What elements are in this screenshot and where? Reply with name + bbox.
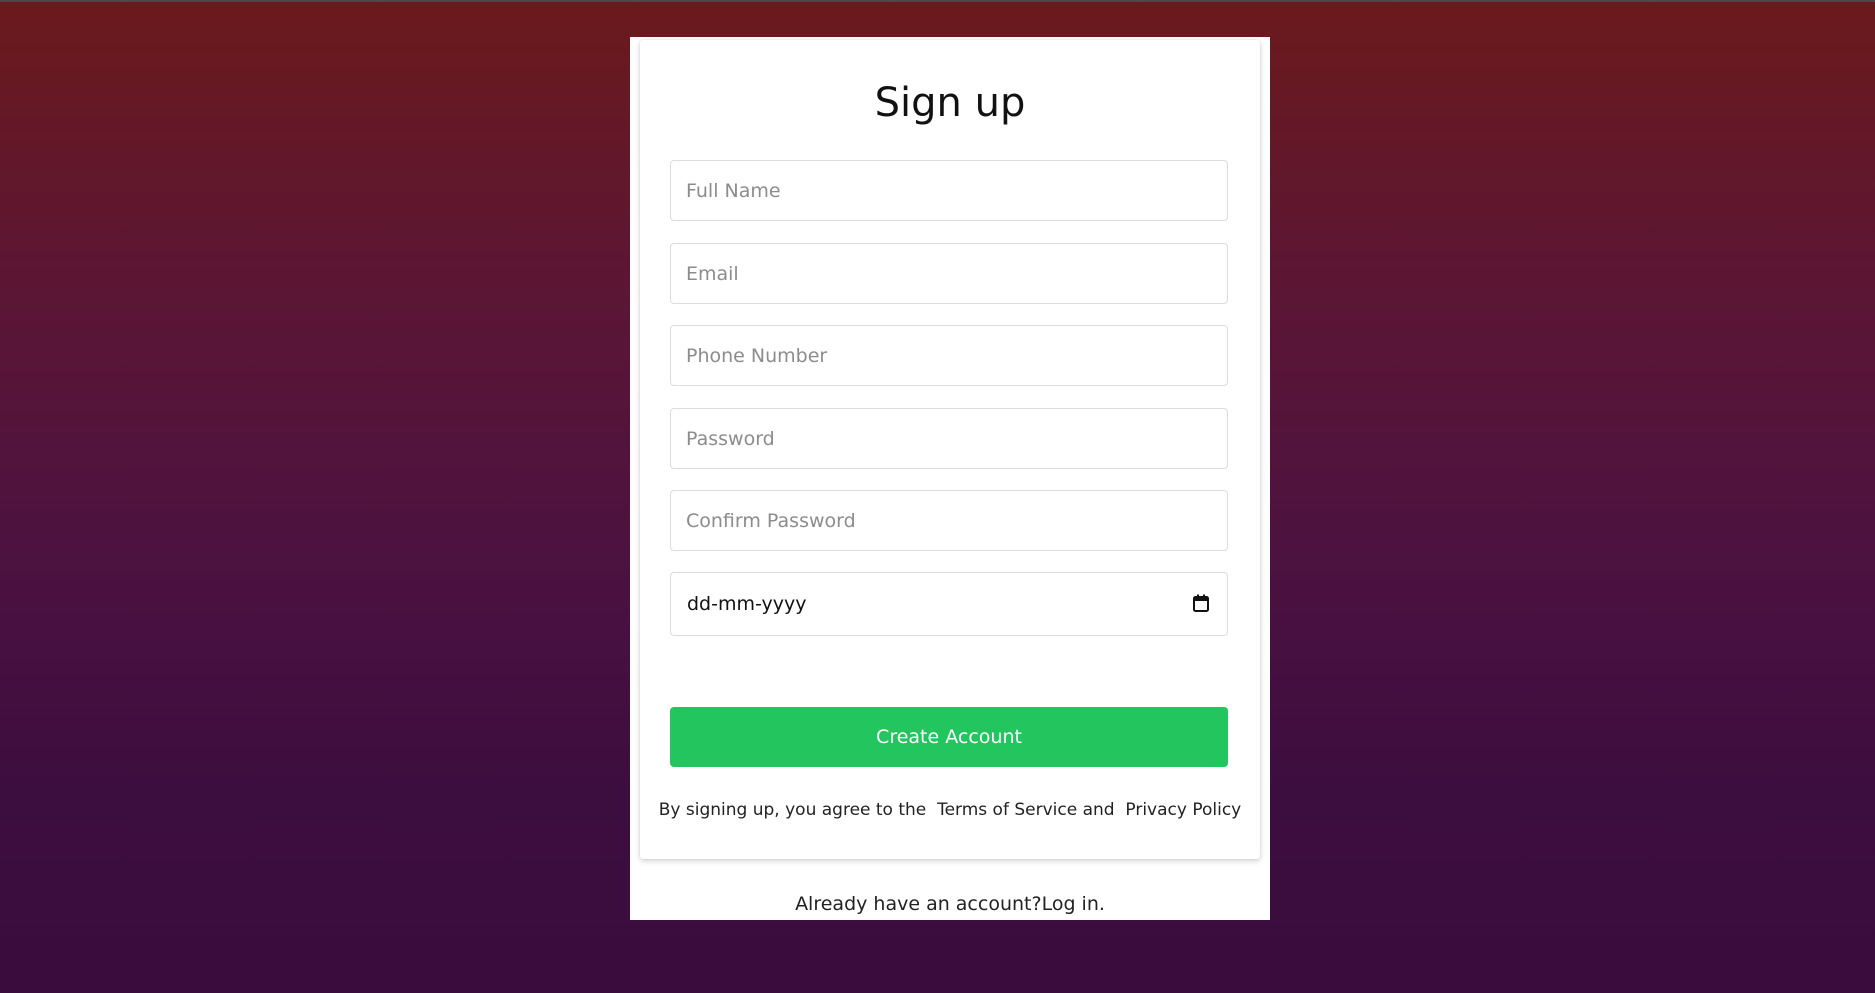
terms-conjunction: and [1082,800,1115,820]
confirm-password-input[interactable] [670,490,1228,551]
page-title: Sign up [874,80,1026,126]
window-top-border [0,0,1875,2]
full-name-input[interactable] [670,160,1228,221]
date-format-text: dd-mm-yyyy [687,593,807,615]
terms-notice: By signing up, you agree to the Terms of… [640,800,1260,820]
terms-of-service-link[interactable]: Terms of Service [937,800,1077,820]
signup-card: Sign up dd-mm-yyyy Create Account By sig… [640,40,1260,859]
phone-number-input[interactable] [670,325,1228,386]
signup-panel: Sign up dd-mm-yyyy Create Account By sig… [630,37,1270,920]
email-input[interactable] [670,243,1228,304]
login-prompt: Already have an account?Log in. [630,893,1270,915]
password-input[interactable] [670,408,1228,469]
login-link[interactable]: Log in. [1042,893,1105,915]
create-account-button[interactable]: Create Account [670,707,1228,767]
privacy-policy-link[interactable]: Privacy Policy [1125,800,1241,820]
terms-prefix: By signing up, you agree to the [658,800,927,820]
calendar-icon[interactable] [1193,594,1209,612]
login-prompt-text: Already have an account? [795,893,1042,915]
birth-date-input[interactable]: dd-mm-yyyy [670,572,1228,636]
